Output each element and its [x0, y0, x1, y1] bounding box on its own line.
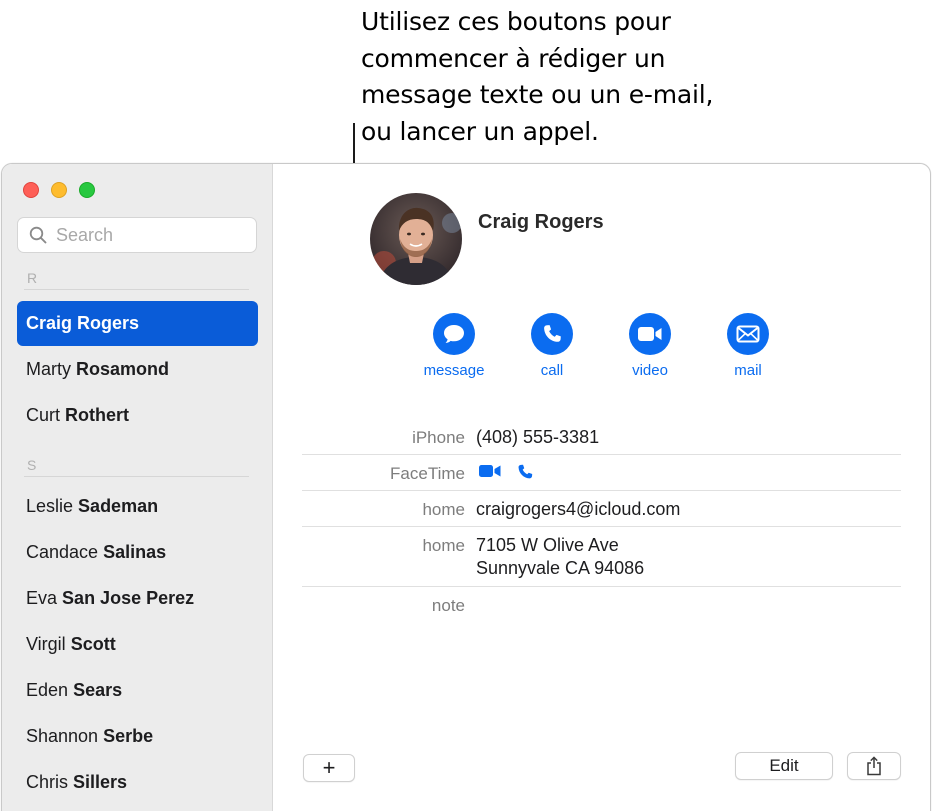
call-action-circle[interactable]: [531, 313, 573, 355]
contact-last-name: Rogers: [77, 313, 140, 333]
zoom-window-button[interactable]: [79, 182, 95, 198]
contact-last-name: Rothert: [65, 405, 130, 425]
contact-item-eva-san-jose-perez[interactable]: Eva San Jose Perez: [17, 576, 258, 621]
minimize-window-button[interactable]: [51, 182, 67, 198]
contact-item-shannon-serbe[interactable]: Shannon Serbe: [17, 714, 258, 759]
facetime-actions: [478, 463, 534, 481]
field-label-iphone: iPhone: [412, 428, 465, 447]
contact-avatar: [370, 193, 462, 285]
contact-last-name: Salinas: [103, 542, 167, 562]
add-contact-button[interactable]: +: [303, 754, 355, 782]
contact-item-marty-rosamond[interactable]: Marty Rosamond: [17, 347, 258, 392]
contact-item-eden-sears[interactable]: Eden Sears: [17, 668, 258, 713]
message-action-button[interactable]: message: [409, 313, 499, 379]
contact-first-name: Marty: [26, 359, 71, 379]
contact-last-name: Sears: [73, 680, 123, 700]
message-bubble-icon: [444, 325, 464, 343]
call-action-label: call: [540, 362, 564, 379]
edit-button[interactable]: Edit: [735, 752, 833, 780]
search-field[interactable]: [17, 217, 257, 253]
facetime-audio-icon[interactable]: [516, 463, 534, 481]
share-button[interactable]: [847, 752, 901, 780]
contact-first-name: Eva: [26, 588, 58, 608]
video-action-circle[interactable]: [629, 313, 671, 355]
contact-first-name: Virgil: [26, 634, 66, 654]
field-divider: [302, 586, 901, 587]
message-action-circle[interactable]: [433, 313, 475, 355]
mail-action-button[interactable]: mail: [703, 313, 793, 379]
section-header-s: S: [27, 457, 37, 473]
envelope-icon: [736, 325, 760, 343]
contact-first-name: Shannon: [26, 726, 99, 746]
close-window-button[interactable]: [23, 182, 39, 198]
contact-first-name: Chris: [26, 772, 69, 792]
callout-annotation: Utilisez ces boutons pour commencer à ré…: [361, 4, 781, 150]
field-label-note: note: [431, 596, 465, 615]
video-camera-icon: [638, 327, 662, 341]
callout-line-2: commencer à rédiger un: [361, 43, 666, 73]
phone-icon: [544, 325, 561, 342]
contact-item-leslie-sademan[interactable]: Leslie Sademan: [17, 484, 258, 529]
message-action-label: message: [423, 362, 485, 379]
contact-last-name: Scott: [70, 634, 116, 654]
field-value-phone[interactable]: (408) 555-3381: [476, 426, 599, 449]
callout-line-4: ou lancer un appel.: [361, 116, 599, 146]
address-line-1: 7105 W Olive Ave: [476, 535, 619, 555]
facetime-video-icon[interactable]: [478, 463, 502, 479]
search-input[interactable]: [56, 224, 236, 246]
contact-last-name: San Jose Perez: [62, 588, 195, 608]
contact-first-name: Curt: [26, 405, 61, 425]
contact-first-name: Craig: [26, 313, 73, 333]
contact-item-curt-rothert[interactable]: Curt Rothert: [17, 393, 258, 438]
section-header-r: R: [27, 270, 38, 286]
contact-last-name: Serbe: [103, 726, 154, 746]
callout-line-1: Utilisez ces boutons pour: [361, 7, 671, 36]
field-value-address[interactable]: 7105 W Olive Ave Sunnyvale CA 94086: [476, 534, 644, 580]
contact-item-craig-rogers[interactable]: Craig Rogers: [17, 301, 258, 346]
call-action-button[interactable]: call: [507, 313, 597, 379]
callout-line-3: message texte ou un e-mail,: [361, 80, 714, 109]
avatar-photo: [370, 193, 462, 285]
search-icon: [29, 226, 47, 244]
contact-name-heading: Craig Rogers: [478, 211, 604, 233]
contact-item-chris-sillers[interactable]: Chris Sillers: [17, 760, 258, 805]
contact-first-name: Leslie: [26, 496, 74, 516]
mail-action-label: mail: [734, 362, 762, 379]
address-line-2: Sunnyvale CA 94086: [476, 558, 645, 578]
mail-action-circle[interactable]: [727, 313, 769, 355]
field-label-address: home: [422, 536, 465, 555]
field-label-email: home: [422, 500, 465, 519]
contact-first-name: Candace: [26, 542, 99, 562]
contact-last-name: Rosamond: [76, 359, 170, 379]
field-label-facetime: FaceTime: [390, 464, 465, 483]
contact-item-candace-salinas[interactable]: Candace Salinas: [17, 530, 258, 575]
sidebar: R Craig Rogers Marty Rosamond Curt Rothe…: [2, 164, 273, 811]
field-divider: [302, 526, 901, 527]
video-action-label: video: [632, 362, 668, 379]
contact-last-name: Sademan: [78, 496, 159, 516]
share-icon: [867, 756, 881, 776]
field-divider: [302, 454, 901, 455]
video-action-button[interactable]: video: [605, 313, 695, 379]
contact-item-virgil-scott[interactable]: Virgil Scott: [17, 622, 258, 667]
section-divider: [24, 289, 249, 290]
field-value-email[interactable]: craigrogers4@icloud.com: [476, 498, 680, 521]
field-divider: [302, 490, 901, 491]
contact-first-name: Eden: [26, 680, 69, 700]
contact-last-name: Sillers: [73, 772, 128, 792]
contacts-window: R Craig Rogers Marty Rosamond Curt Rothe…: [1, 163, 931, 811]
section-divider: [24, 476, 249, 477]
